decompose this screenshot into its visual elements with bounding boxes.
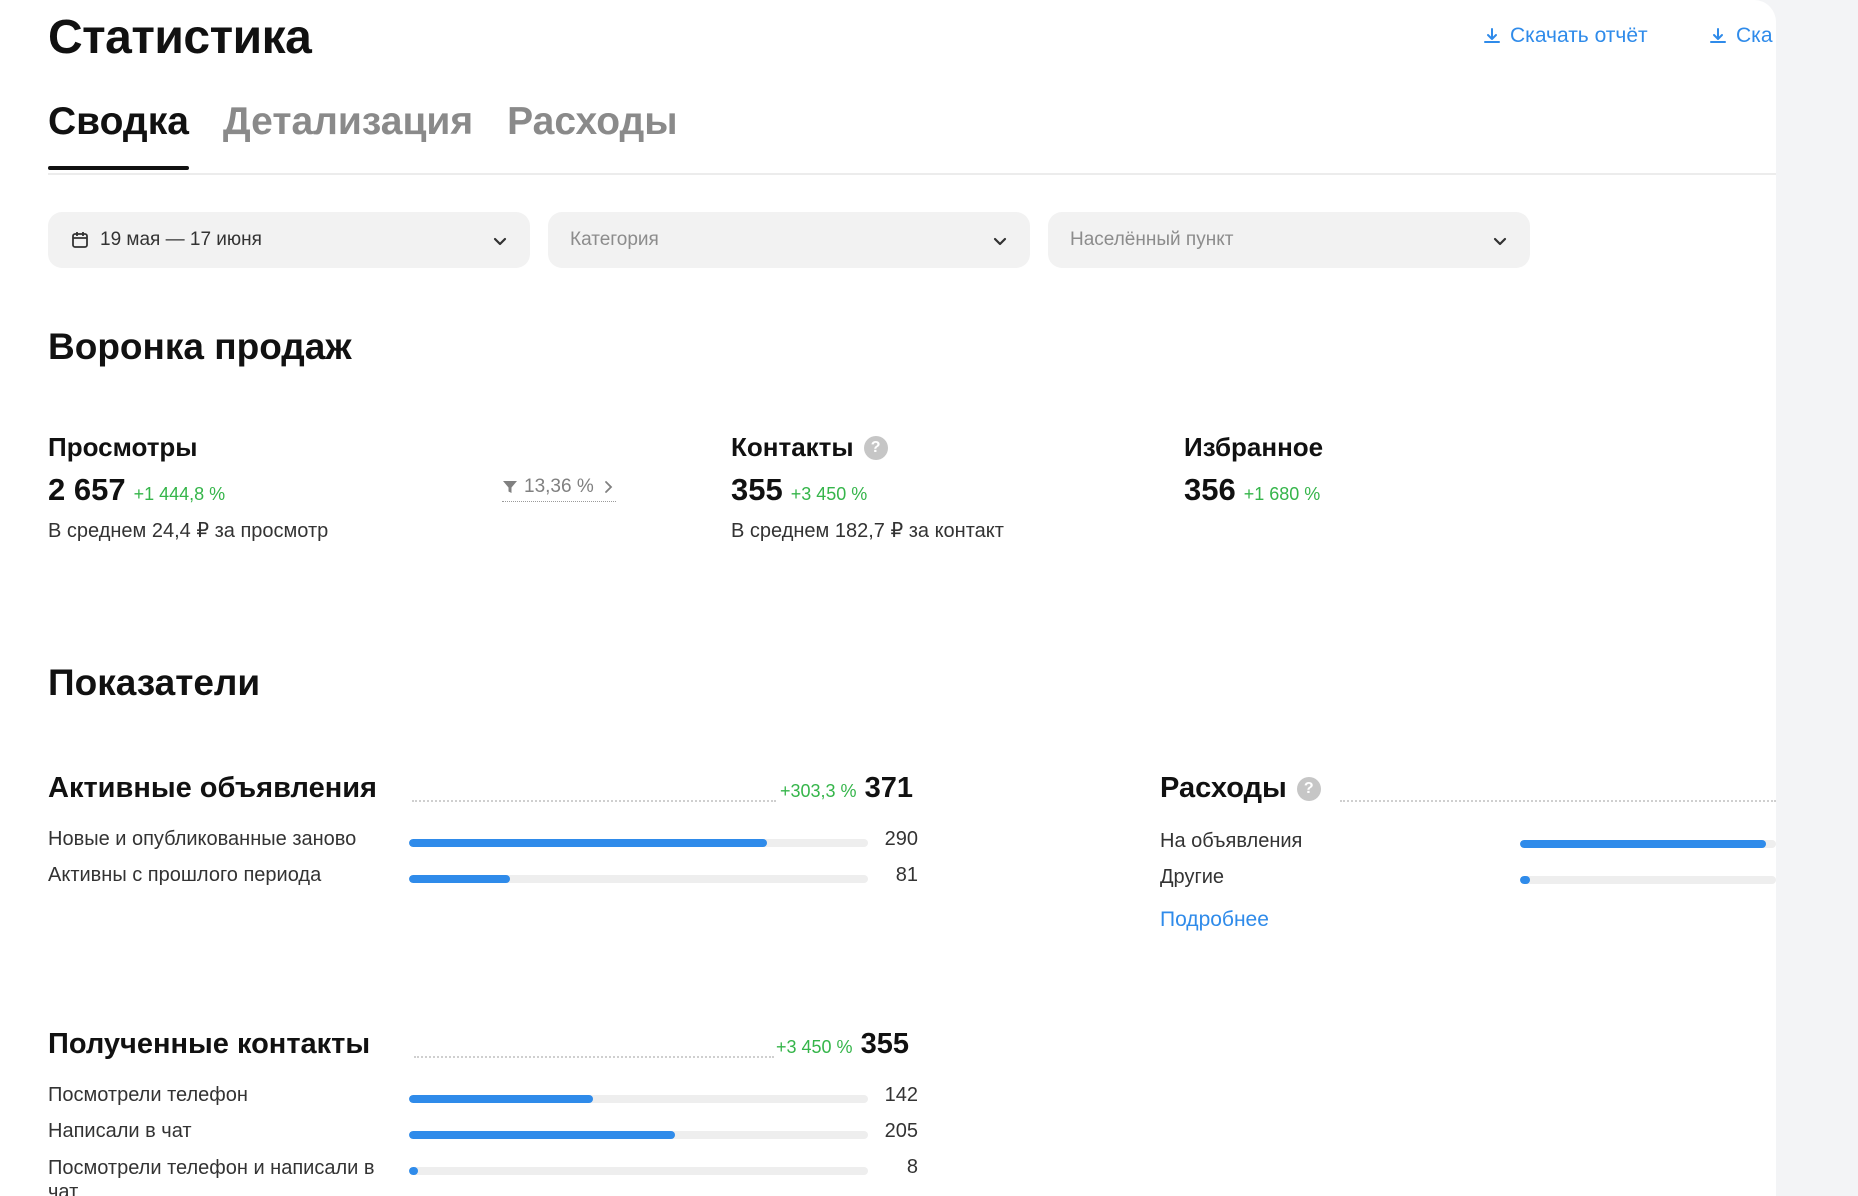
active-ads-row-new-value: 290 bbox=[884, 828, 918, 850]
active-ads-total: +303,3 % 371 bbox=[780, 772, 913, 805]
contacts-row-chat-label: Написали в чат bbox=[48, 1120, 192, 1142]
views-delta: +1 444,8 % bbox=[133, 484, 226, 504]
expenses-row-ads-label: На объявления bbox=[1160, 830, 1303, 852]
conversion-value: 13,36 % bbox=[524, 476, 594, 497]
contacts-value: 355 +3 450 % bbox=[731, 472, 867, 508]
date-range-select[interactable]: 19 мая — 17 июня bbox=[48, 212, 530, 268]
date-range-value: 19 мая — 17 июня bbox=[100, 229, 262, 250]
category-placeholder: Категория bbox=[570, 229, 659, 250]
statistics-panel: Статистика Скачать отчёт Ска Сводка Дета… bbox=[0, 0, 1776, 1196]
active-ads-delta: +303,3 % bbox=[780, 781, 857, 801]
active-ads-row-prev-label: Активны с прошлого периода bbox=[48, 864, 322, 886]
download-link-secondary[interactable]: Ска bbox=[1708, 24, 1773, 48]
favorites-value: 356 +1 680 % bbox=[1184, 472, 1320, 508]
contacts-row-phone-label: Посмотрели телефон bbox=[48, 1084, 248, 1106]
active-ads-row-prev-value: 81 bbox=[895, 864, 918, 886]
contacts-row-both-bar bbox=[409, 1167, 868, 1175]
funnel-title: Воронка продаж bbox=[48, 326, 352, 367]
favorites-number: 356 bbox=[1184, 472, 1236, 507]
expenses-row-other-bar bbox=[1520, 876, 1776, 884]
active-ads-row-new-bar bbox=[409, 839, 868, 847]
expenses-row-other-label: Другие bbox=[1160, 866, 1225, 888]
active-ads-number: 371 bbox=[864, 772, 913, 804]
chevron-down-icon bbox=[1493, 237, 1507, 246]
tabs: Сводка Детализация Расходы bbox=[48, 100, 678, 170]
expenses-row-other-fill bbox=[1520, 876, 1531, 884]
indicators-title: Показатели bbox=[48, 662, 261, 703]
tab-expenses[interactable]: Расходы bbox=[507, 100, 677, 170]
help-icon[interactable]: ? bbox=[863, 435, 888, 460]
active-ads-row-new-fill bbox=[409, 839, 768, 847]
active-ads-title: Активные объявления bbox=[48, 772, 377, 804]
help-icon[interactable]: ? bbox=[1296, 776, 1321, 801]
funnel-icon bbox=[503, 481, 517, 493]
expenses-row-ads-fill bbox=[1520, 840, 1766, 848]
download-report-label: Скачать отчёт bbox=[1510, 24, 1648, 47]
expenses-row-ads-bar bbox=[1520, 840, 1776, 848]
download-icon bbox=[1710, 28, 1726, 43]
download-secondary-label: Ска bbox=[1736, 24, 1773, 47]
received-contacts-title: Полученные контакты bbox=[48, 1028, 371, 1060]
favorites-delta: +1 680 % bbox=[1243, 484, 1321, 504]
download-report-link[interactable]: Скачать отчёт bbox=[1482, 24, 1648, 48]
contacts-number: 355 bbox=[731, 472, 783, 507]
views-number: 2 657 bbox=[48, 472, 126, 507]
tabs-divider bbox=[48, 173, 1776, 175]
download-icon bbox=[1484, 28, 1500, 43]
views-value: 2 657 +1 444,8 % bbox=[48, 472, 225, 508]
page-title: Статистика bbox=[48, 11, 312, 64]
contacts-row-both-value: 8 bbox=[906, 1156, 918, 1178]
chevron-down-icon bbox=[493, 237, 507, 246]
conversion-link[interactable]: 13,36 % bbox=[502, 476, 616, 502]
expenses-title: Расходы ? bbox=[1160, 772, 1321, 805]
views-average: В среднем 24,4 ₽ за просмотр bbox=[48, 520, 329, 542]
received-contacts-number: 355 bbox=[860, 1028, 909, 1060]
favorites-label-text: Избранное bbox=[1184, 432, 1324, 462]
active-ads-row-prev-fill bbox=[409, 875, 510, 883]
favorites-label: Избранное bbox=[1184, 432, 1323, 463]
received-contacts-delta: +3 450 % bbox=[776, 1037, 853, 1057]
contacts-delta: +3 450 % bbox=[790, 484, 868, 504]
category-select[interactable]: Категория bbox=[548, 212, 1030, 268]
active-ads-row-prev-bar bbox=[409, 875, 868, 883]
tab-summary[interactable]: Сводка bbox=[48, 100, 189, 170]
contacts-row-both-fill bbox=[409, 1167, 419, 1175]
calendar-icon bbox=[72, 232, 88, 248]
contacts-row-chat-fill bbox=[409, 1131, 676, 1139]
contacts-row-chat-bar bbox=[409, 1131, 868, 1139]
contacts-row-phone-bar bbox=[409, 1095, 868, 1103]
contacts-average: В среднем 182,7 ₽ за контакт bbox=[731, 520, 1004, 542]
chevron-down-icon bbox=[993, 237, 1007, 246]
active-ads-row-new-label: Новые и опубликованные заново bbox=[48, 828, 357, 850]
views-label-text: Просмотры bbox=[48, 432, 198, 462]
contacts-row-chat-value: 205 bbox=[884, 1120, 918, 1142]
expenses-leader bbox=[1340, 800, 1776, 802]
contacts-row-phone-fill bbox=[409, 1095, 593, 1103]
tab-details[interactable]: Детализация bbox=[223, 100, 473, 170]
contacts-row-phone-value: 142 bbox=[884, 1084, 918, 1106]
received-contacts-total: +3 450 % 355 bbox=[776, 1028, 909, 1061]
received-contacts-leader bbox=[414, 1056, 774, 1058]
locality-placeholder: Населённый пункт bbox=[1070, 229, 1234, 250]
contacts-row-both-label: Посмотрели телефон и написали в чат bbox=[48, 1157, 375, 1196]
expenses-more-link[interactable]: Подробнее bbox=[1160, 908, 1269, 932]
views-label: Просмотры bbox=[48, 432, 198, 463]
contacts-label-text: Контакты bbox=[731, 432, 854, 462]
locality-select[interactable]: Населённый пункт bbox=[1048, 212, 1530, 268]
contacts-label: Контакты ? bbox=[731, 432, 888, 463]
active-ads-leader bbox=[412, 800, 776, 802]
expenses-title-text: Расходы bbox=[1160, 772, 1287, 804]
chevron-right-icon bbox=[604, 481, 613, 493]
